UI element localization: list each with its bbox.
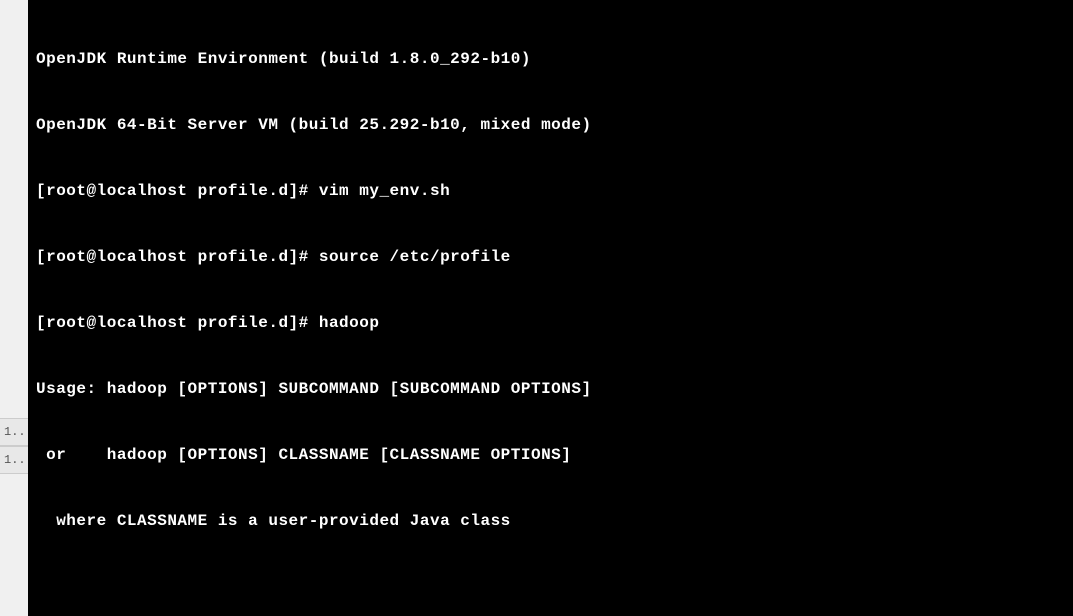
terminal-line: Usage: hadoop [OPTIONS] SUBCOMMAND [SUBC… bbox=[36, 378, 1065, 400]
terminal-line: OpenJDK Runtime Environment (build 1.8.0… bbox=[36, 48, 1065, 70]
sidebar-tab-1[interactable]: 1... bbox=[0, 418, 28, 446]
terminal-line: where CLASSNAME is a user-provided Java … bbox=[36, 510, 1065, 532]
terminal-line: [root@localhost profile.d]# source /etc/… bbox=[36, 246, 1065, 268]
terminal-line: [root@localhost profile.d]# vim my_env.s… bbox=[36, 180, 1065, 202]
terminal-line: or hadoop [OPTIONS] CLASSNAME [CLASSNAME… bbox=[36, 444, 1065, 466]
sidebar-tab-2[interactable]: 1... bbox=[0, 446, 28, 474]
terminal[interactable]: OpenJDK Runtime Environment (build 1.8.0… bbox=[28, 0, 1073, 616]
terminal-line: [root@localhost profile.d]# hadoop bbox=[36, 312, 1065, 334]
sidebar: 1... 1... bbox=[0, 0, 28, 616]
terminal-line: OpenJDK 64-Bit Server VM (build 25.292-b… bbox=[36, 114, 1065, 136]
